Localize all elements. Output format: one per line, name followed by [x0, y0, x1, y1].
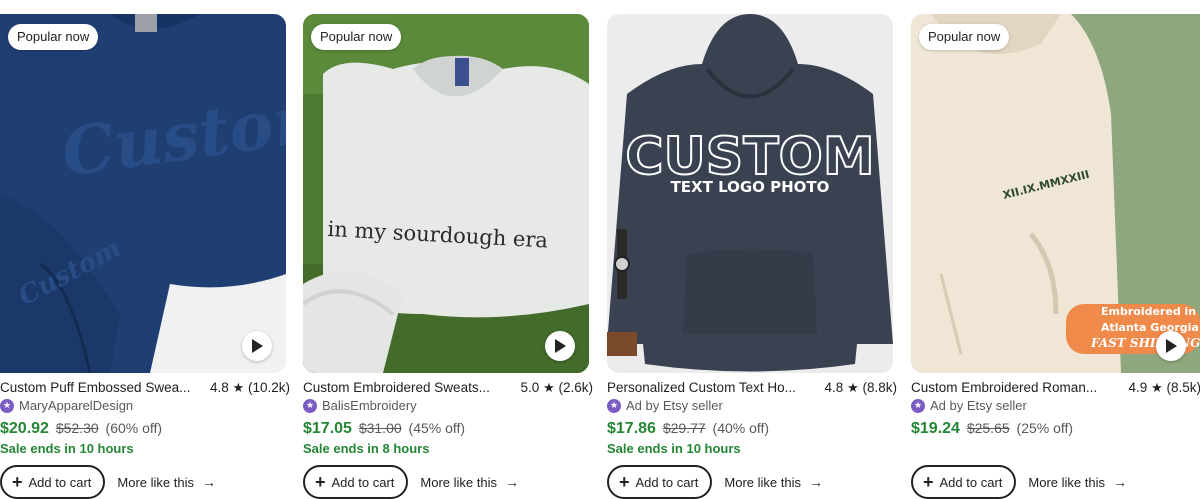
- discount-percent: (45% off): [408, 420, 466, 436]
- plus-icon: +: [923, 472, 934, 492]
- discount-percent: (60% off): [105, 420, 163, 436]
- popular-now-badge: Popular now: [919, 24, 1010, 50]
- discount-percent: (40% off): [712, 420, 770, 436]
- play-icon[interactable]: [242, 331, 272, 361]
- review-count: (8.5k): [1166, 380, 1200, 395]
- more-like-this-label: More like this: [117, 474, 194, 490]
- original-price: $31.00: [358, 420, 402, 436]
- arrow-right-icon: →: [201, 474, 216, 490]
- seller-name[interactable]: MaryApparelDesign: [19, 398, 133, 413]
- banner-line-2: Atlanta Georgia: [1101, 321, 1199, 334]
- sale-price: $17.05: [303, 420, 352, 437]
- seller-line: ★ BalisEmbroidery: [303, 398, 417, 413]
- arrow-right-icon: →: [1112, 474, 1127, 490]
- print-subtext: TEXT LOGO PHOTO: [671, 178, 830, 196]
- star-icon: ★: [232, 380, 245, 395]
- listing-title[interactable]: Custom Puff Embossed Swea...: [0, 380, 198, 395]
- star-seller-icon: ★: [607, 398, 621, 413]
- popular-now-badge: Popular now: [8, 24, 99, 50]
- price-row: $17.05 $31.00 (45% off): [303, 420, 465, 438]
- more-like-this-link[interactable]: More like this →: [420, 474, 519, 490]
- listing-title[interactable]: Custom Embroidered Sweats...: [303, 380, 501, 395]
- sale-ends-text: Sale ends in 10 hours: [0, 441, 134, 456]
- price-row: $19.24 $25.65 (25% off): [911, 420, 1073, 438]
- sale-ends-text: Sale ends in 10 hours: [607, 441, 741, 456]
- original-price: $25.65: [966, 420, 1010, 436]
- seller-name: Ad by Etsy seller: [930, 398, 1027, 413]
- sale-ends-text: Sale ends in 8 hours: [303, 441, 430, 456]
- hoodies-photo: XII.IX.MMXXIII Embroidered in Atlanta Ge…: [911, 14, 1200, 373]
- add-to-cart-button[interactable]: + Add to cart: [303, 465, 409, 499]
- original-price: $52.30: [55, 420, 99, 436]
- star-seller-icon: ★: [303, 398, 317, 413]
- rating-value: 4.8: [824, 380, 844, 395]
- seller-line: ★ Ad by Etsy seller: [911, 398, 1027, 413]
- add-to-cart-button[interactable]: + Add to cart: [0, 465, 106, 499]
- plus-icon: +: [12, 472, 23, 492]
- add-to-cart-label: Add to cart: [939, 474, 1003, 490]
- star-icon: ★: [543, 380, 555, 395]
- price-row: $17.86 $29.77 (40% off): [607, 420, 769, 438]
- rating-value: 4.9: [1128, 380, 1148, 395]
- review-count: (10.2k): [247, 380, 290, 395]
- seller-name[interactable]: BalisEmbroidery: [322, 398, 417, 413]
- star-seller-icon: ★: [911, 398, 925, 413]
- sale-price: $19.24: [911, 420, 960, 437]
- listing-rating: 5.0 ★ (2.6k): [521, 380, 593, 396]
- hoodie-photo: CUSTOM TEXT LOGO PHOTO: [607, 14, 893, 373]
- plus-icon: +: [619, 472, 630, 492]
- play-icon[interactable]: [1156, 331, 1186, 361]
- review-count: (2.6k): [558, 380, 593, 395]
- more-like-this-label: More like this: [724, 474, 801, 490]
- sale-price: $17.86: [607, 420, 656, 437]
- seller-line: ★ MaryApparelDesign: [0, 398, 133, 413]
- listing-title[interactable]: Custom Embroidered Roman...: [911, 380, 1109, 395]
- plus-icon: +: [315, 472, 326, 492]
- listing-title[interactable]: Personalized Custom Text Ho...: [607, 380, 805, 395]
- add-to-cart-button[interactable]: + Add to cart: [911, 465, 1017, 499]
- listing-image[interactable]: Custom Custom Popular now: [0, 14, 286, 373]
- add-to-cart-label: Add to cart: [635, 474, 699, 490]
- arrow-right-icon: →: [808, 474, 823, 490]
- sweatshirt-photo: in my sourdough era: [303, 14, 589, 373]
- arrow-right-icon: →: [504, 474, 519, 490]
- more-like-this-label: More like this: [420, 474, 497, 490]
- seller-name: Ad by Etsy seller: [626, 398, 723, 413]
- original-price: $29.77: [662, 420, 706, 436]
- review-count: (8.8k): [862, 380, 897, 395]
- listing-card[interactable]: CUSTOM TEXT LOGO PHOTO Personalized Cust…: [607, 14, 897, 499]
- sweatshirt-photo: Custom Custom: [0, 14, 286, 373]
- add-to-cart-button[interactable]: + Add to cart: [607, 465, 713, 499]
- listing-card[interactable]: XII.IX.MMXXIII Embroidered in Atlanta Ge…: [911, 14, 1200, 499]
- listing-card[interactable]: Custom Custom Popular now Custom Puff Em…: [0, 14, 290, 499]
- seller-line: ★ Ad by Etsy seller: [607, 398, 723, 413]
- star-icon: ★: [1151, 380, 1163, 395]
- rating-value: 4.8: [210, 380, 229, 395]
- sale-price: $20.92: [0, 420, 49, 437]
- star-icon: ★: [847, 380, 859, 395]
- listing-image[interactable]: in my sourdough era Popular now: [303, 14, 589, 373]
- banner-line-1: Embroidered in: [1101, 305, 1196, 318]
- popular-now-badge: Popular now: [311, 24, 402, 50]
- listing-rating: 4.8 ★ (8.8k): [825, 380, 897, 396]
- play-icon[interactable]: [545, 331, 575, 361]
- listing-image[interactable]: XII.IX.MMXXIII Embroidered in Atlanta Ge…: [911, 14, 1200, 373]
- more-like-this-link[interactable]: More like this →: [117, 474, 216, 490]
- rating-value: 5.0: [520, 380, 540, 395]
- add-to-cart-label: Add to cart: [331, 474, 395, 490]
- add-to-cart-label: Add to cart: [28, 474, 92, 490]
- listing-rating: 4.8 ★ (10.2k): [210, 380, 290, 396]
- discount-percent: (25% off): [1016, 420, 1074, 436]
- listing-card[interactable]: in my sourdough era Popular now Custom E…: [303, 14, 593, 499]
- star-seller-icon: ★: [0, 398, 14, 413]
- price-row: $20.92 $52.30 (60% off): [0, 420, 162, 438]
- listing-image[interactable]: CUSTOM TEXT LOGO PHOTO: [607, 14, 893, 373]
- more-like-this-link[interactable]: More like this →: [724, 474, 823, 490]
- more-like-this-link[interactable]: More like this →: [1028, 474, 1127, 490]
- listing-rating: 4.9 ★ (8.5k): [1129, 380, 1200, 396]
- more-like-this-label: More like this: [1028, 474, 1105, 490]
